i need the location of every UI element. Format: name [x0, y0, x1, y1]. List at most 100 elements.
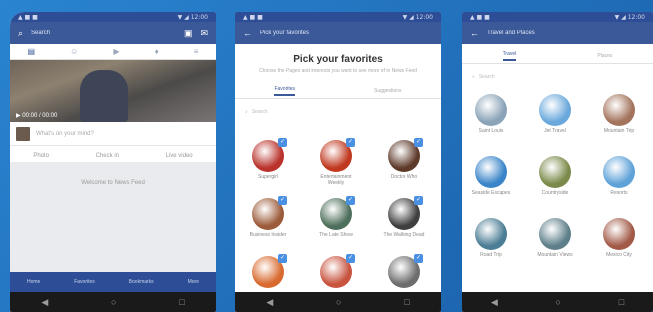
item-label: Doctor Who: [390, 174, 418, 180]
feed-message: Welcome to News Feed: [81, 180, 145, 186]
photo-action[interactable]: Photo: [33, 153, 49, 159]
checkin-action[interactable]: Check in: [96, 153, 119, 159]
bottom-tab-bar: Home Favorites Bookmarks More: [10, 272, 216, 292]
grid-item[interactable]: ✓ The Late Show: [313, 196, 359, 238]
item-thumbnail: ✓: [252, 138, 287, 172]
android-nav-bar: ◀ ○ □: [10, 292, 216, 312]
tab-travel[interactable]: Travel: [502, 51, 517, 61]
messenger-icon[interactable]: ✉: [200, 28, 208, 38]
cover-video[interactable]: ▶ 00:00 / 00:00: [10, 60, 216, 122]
check-icon: ✓: [414, 254, 423, 263]
check-icon: ✓: [346, 196, 355, 205]
phone-travel-places: ▲ ■ ■ ▼ ◢ 12:00 ← Travel and Places Trav…: [462, 12, 653, 312]
item-thumbnail: ✓: [388, 138, 423, 172]
recents-icon[interactable]: □: [179, 297, 184, 307]
grid-item[interactable]: Mountain Views: [532, 218, 578, 258]
back-icon[interactable]: ◀: [41, 297, 48, 308]
notifications-tab-icon[interactable]: ♦: [155, 47, 159, 56]
home-icon[interactable]: ○: [336, 297, 341, 307]
grid-item[interactable]: Countryside: [532, 156, 578, 196]
phone-news-feed: ▲ ■ ■ ▼ ◢ 12:00 ⌕ Search ▣ ✉ ▤ ☺ ▶ ♦ ≡ ▶…: [10, 12, 216, 312]
status-left: ▲ ■ ■: [243, 13, 263, 21]
search-icon: ⌕: [245, 109, 248, 115]
menu-tab-icon[interactable]: ≡: [194, 47, 199, 56]
status-bar: ▲ ■ ■ ▼ ◢ 12:00: [235, 12, 441, 22]
item-thumbnail: [603, 156, 635, 188]
grid-item[interactable]: Jet Travel: [532, 94, 578, 134]
tab-favorites[interactable]: Favorites: [274, 86, 296, 96]
grid-item[interactable]: Mountain Trip: [596, 94, 642, 134]
check-icon: ✓: [414, 138, 423, 147]
status-composer[interactable]: What's on your mind?: [10, 122, 216, 146]
grid-item[interactable]: ✓ Entertainment Weekly: [313, 138, 359, 186]
top-bar: ⌕ Search ▣ ✉: [10, 22, 216, 44]
grid-item[interactable]: Seaside Escapes: [468, 156, 514, 196]
item-thumbnail: ✓: [320, 196, 355, 230]
search-input[interactable]: Search: [31, 30, 176, 36]
search-placeholder: Search: [478, 74, 495, 80]
video-tab-icon[interactable]: ▶: [113, 47, 119, 56]
back-icon[interactable]: ◀: [491, 297, 498, 308]
back-arrow-icon[interactable]: ←: [243, 28, 252, 38]
status-left: ▲ ■ ■: [18, 13, 38, 21]
phone-pick-favorites: ▲ ■ ■ ▼ ◢ 12:00 ← Pick your favorites Pi…: [235, 12, 441, 312]
live-action[interactable]: Live video: [166, 153, 193, 159]
item-thumbnail: [539, 94, 571, 126]
item-thumbnail: [475, 94, 507, 126]
home-icon[interactable]: ○: [556, 297, 561, 307]
topbar-title: Travel and Places: [487, 30, 535, 36]
bottom-tab-home[interactable]: Home: [27, 279, 40, 285]
search-icon: ⌕: [472, 74, 475, 80]
tabs: Favorites Suggestions: [235, 83, 441, 99]
bottom-tab-more[interactable]: More: [188, 279, 199, 285]
check-icon: ✓: [278, 196, 287, 205]
page-subtitle: Choose the Pages and interests you want …: [259, 68, 417, 74]
status-bar: ▲ ■ ■ ▼ ◢ 12:00: [10, 12, 216, 22]
grid-item[interactable]: ✓ Supergirl: [245, 138, 291, 180]
recents-icon[interactable]: □: [619, 297, 624, 307]
item-thumbnail: ✓: [388, 196, 423, 230]
bottom-tab-favorites[interactable]: Favorites: [74, 279, 95, 285]
tab-places[interactable]: Places: [597, 53, 612, 59]
item-label: Business Insider: [249, 232, 287, 238]
grid-item[interactable]: ✓: [245, 254, 291, 290]
item-label: Road Trip: [480, 252, 502, 258]
page-title: Pick your favorites: [293, 54, 383, 65]
bottom-tab-bookmarks[interactable]: Bookmarks: [129, 279, 154, 285]
grid-item[interactable]: ✓ Doctor Who: [381, 138, 427, 180]
fb-nav-tabs: ▤ ☺ ▶ ♦ ≡: [10, 44, 216, 60]
item-label: The Late Show: [319, 232, 353, 238]
search-icon[interactable]: ⌕: [18, 28, 23, 38]
item-thumbnail: ✓: [320, 138, 355, 172]
recents-icon[interactable]: □: [404, 297, 409, 307]
status-placeholder: What's on your mind?: [36, 130, 94, 137]
item-thumbnail: [603, 94, 635, 126]
back-arrow-icon[interactable]: ←: [470, 28, 479, 38]
android-nav-bar: ◀ ○ □: [235, 292, 441, 312]
camera-icon[interactable]: ▣: [184, 28, 193, 38]
search-field[interactable]: ⌕ Search: [245, 105, 431, 119]
grid-item[interactable]: ✓: [381, 254, 427, 290]
tab-suggestions[interactable]: Suggestions: [374, 88, 402, 94]
item-thumbnail: [539, 218, 571, 250]
grid-item[interactable]: Road Trip: [468, 218, 514, 258]
item-label: Mountain Trip: [603, 128, 635, 134]
news-feed-tab-icon[interactable]: ▤: [28, 47, 36, 56]
grid-item[interactable]: ✓: [313, 254, 359, 290]
home-icon[interactable]: ○: [111, 297, 116, 307]
search-field[interactable]: ⌕ Search: [472, 70, 643, 84]
grid-item[interactable]: ✓ Business Insider: [245, 196, 291, 238]
grid-item[interactable]: Mexico City: [596, 218, 642, 258]
back-icon[interactable]: ◀: [266, 297, 273, 308]
item-label: Mexico City: [606, 252, 632, 258]
item-label: Jet Travel: [544, 128, 566, 134]
item-label: Seaside Escapes: [471, 190, 511, 196]
item-label: Resorts: [610, 190, 628, 196]
item-label: Supergirl: [257, 174, 278, 180]
grid-item[interactable]: Saint Louis: [468, 94, 514, 134]
item-thumbnail: ✓: [388, 254, 423, 288]
grid-item[interactable]: Resorts: [596, 156, 642, 196]
friends-tab-icon[interactable]: ☺: [70, 47, 78, 56]
grid-item[interactable]: ✓ The Walking Dead: [381, 196, 427, 238]
status-left: ▲ ■ ■: [470, 13, 490, 21]
